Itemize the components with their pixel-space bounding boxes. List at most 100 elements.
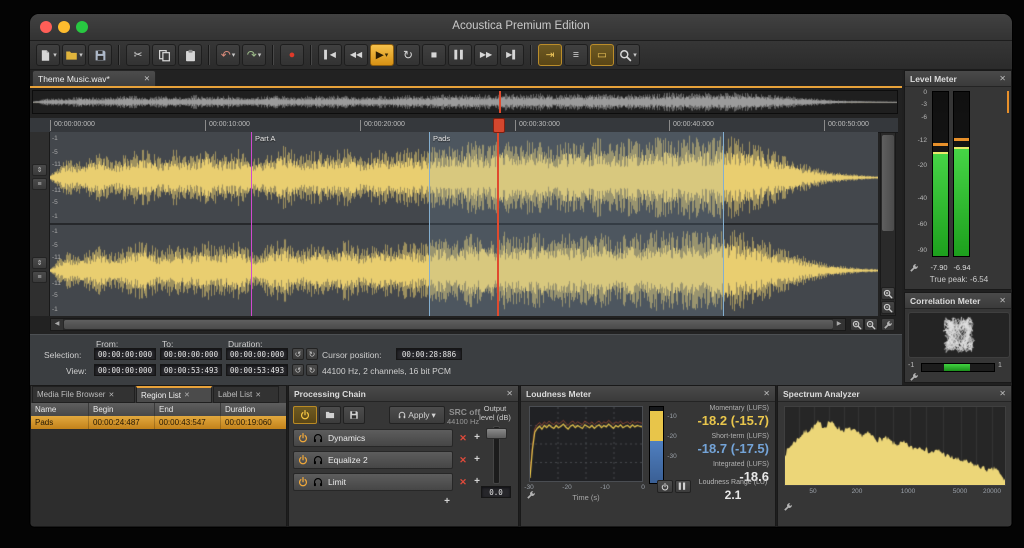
tab-label-list[interactable]: Label List✕: [213, 386, 279, 403]
close-icon[interactable]: ✕: [255, 391, 261, 399]
waveform-display[interactable]: -1 -5 -11 -11 -5 -1 -1 -5 -11 -11 -5 -1 …: [50, 132, 878, 316]
save-button[interactable]: [88, 44, 112, 66]
selection-region[interactable]: [429, 132, 724, 316]
overview-waveform[interactable]: [32, 90, 898, 114]
cut-button[interactable]: ✂: [126, 44, 150, 66]
zoom-out-button[interactable]: [864, 318, 878, 331]
region-table-body[interactable]: [31, 429, 286, 526]
wrench-icon[interactable]: [783, 502, 793, 512]
go-to-end-button[interactable]: ▶▌: [500, 44, 524, 66]
timeline-ruler[interactable]: [30, 118, 898, 133]
snap-tool-button[interactable]: ⇥: [538, 44, 562, 66]
loudness-pause-button[interactable]: ▌▌: [675, 480, 691, 493]
overview-waveform-canvas[interactable]: [33, 91, 897, 113]
tab-region-list[interactable]: Region List✕: [136, 386, 212, 403]
headphones-icon[interactable]: [313, 477, 323, 487]
chain-item-equalize2[interactable]: Equalize 2: [293, 451, 453, 469]
save-chain-button[interactable]: [343, 406, 365, 424]
go-to-start-button[interactable]: ▌◀: [318, 44, 342, 66]
zoom-tool-button[interactable]: ▾: [616, 44, 640, 66]
horizontal-scrollbar[interactable]: ◀ ▶: [50, 318, 846, 331]
remove-plugin-button[interactable]: ✕: [457, 454, 469, 466]
add-plugin-button[interactable]: +: [471, 476, 483, 488]
channel2-options-button[interactable]: ≡: [32, 271, 47, 283]
power-icon[interactable]: [298, 433, 308, 443]
add-plugin-button[interactable]: +: [471, 454, 483, 466]
headphones-icon[interactable]: [313, 455, 323, 465]
zoom-settings-button[interactable]: [881, 318, 895, 331]
envelope-tool-button[interactable]: ≡: [564, 44, 588, 66]
loudness-power-button[interactable]: [657, 480, 673, 493]
wrench-icon[interactable]: [909, 263, 919, 273]
record-button[interactable]: ●: [280, 44, 304, 66]
pause-button[interactable]: ▌▌: [448, 44, 472, 66]
scroll-left-button[interactable]: ◀: [51, 319, 63, 330]
selection-duration-field[interactable]: 00:00:00:000: [226, 348, 288, 360]
view-undo-button[interactable]: ↺: [292, 364, 304, 376]
wrench-icon[interactable]: [526, 490, 536, 500]
channel2-zoom-button[interactable]: ⇕: [32, 257, 47, 269]
chain-item-limit[interactable]: Limit: [293, 473, 453, 491]
add-plugin-button[interactable]: +: [471, 432, 483, 444]
output-fader-handle[interactable]: [486, 428, 507, 439]
apply-button[interactable]: Apply▾: [389, 406, 445, 424]
chain-power-button[interactable]: [293, 406, 317, 424]
append-plugin-button[interactable]: +: [441, 496, 453, 508]
column-header[interactable]: End: [155, 403, 221, 416]
headphones-icon[interactable]: [313, 433, 323, 443]
paste-button[interactable]: [178, 44, 202, 66]
selection-tool-button[interactable]: ▭: [590, 44, 614, 66]
close-icon[interactable]: ✕: [506, 389, 513, 398]
remove-plugin-button[interactable]: ✕: [457, 476, 469, 488]
remove-plugin-button[interactable]: ✕: [457, 432, 469, 444]
column-header[interactable]: Duration: [221, 403, 286, 416]
new-file-button[interactable]: ▾: [36, 44, 60, 66]
view-to-field[interactable]: 00:00:53:493: [160, 364, 222, 376]
channel1-options-button[interactable]: ≡: [32, 178, 47, 190]
close-icon[interactable]: ✕: [999, 389, 1006, 398]
horizontal-scrollbar-thumb[interactable]: [64, 320, 833, 329]
selection-undo-button[interactable]: ↺: [292, 348, 304, 360]
selection-from-field[interactable]: 00:00:00:000: [94, 348, 156, 360]
close-icon[interactable]: ✕: [108, 391, 114, 399]
power-icon[interactable]: [298, 477, 308, 487]
wrench-icon[interactable]: [909, 372, 919, 382]
vertical-scrollbar[interactable]: [880, 132, 896, 316]
document-tab[interactable]: Theme Music.wav* ✕: [32, 70, 156, 86]
region-row-pads[interactable]: Pads 00:00:24:487 00:00:43:547 00:00:19:…: [31, 416, 286, 429]
rewind-button[interactable]: ◀◀: [344, 44, 368, 66]
vertical-zoom-out-button[interactable]: [881, 301, 895, 314]
column-header[interactable]: Name: [31, 403, 89, 416]
close-icon[interactable]: ✕: [763, 389, 770, 398]
load-chain-button[interactable]: [319, 406, 341, 424]
playhead-handle[interactable]: [493, 118, 505, 133]
vertical-zoom-in-button[interactable]: [881, 287, 895, 300]
selection-to-field[interactable]: 00:00:00:000: [160, 348, 222, 360]
view-redo-button[interactable]: ↻: [306, 364, 318, 376]
output-level-value[interactable]: 0.0: [481, 486, 511, 498]
close-icon[interactable]: ✕: [999, 296, 1006, 305]
channel1-zoom-button[interactable]: ⇕: [32, 164, 47, 176]
close-icon[interactable]: ✕: [184, 391, 190, 399]
zoom-in-button[interactable]: [850, 318, 864, 331]
chain-item-dynamics[interactable]: Dynamics: [293, 429, 453, 447]
open-file-button[interactable]: ▾: [62, 44, 86, 66]
selection-redo-button[interactable]: ↻: [306, 348, 318, 360]
vertical-scrollbar-thumb[interactable]: [882, 135, 894, 231]
scroll-right-button[interactable]: ▶: [833, 319, 845, 330]
close-icon[interactable]: ✕: [144, 74, 150, 83]
view-duration-field[interactable]: 00:00:53:493: [226, 364, 288, 376]
column-header[interactable]: Begin: [89, 403, 155, 416]
stop-button[interactable]: ■: [422, 44, 446, 66]
power-icon[interactable]: [298, 455, 308, 465]
undo-button[interactable]: ↶▾: [216, 44, 240, 66]
copy-button[interactable]: [152, 44, 176, 66]
cursor-position-field[interactable]: 00:00:28:886: [396, 348, 462, 360]
close-icon[interactable]: ✕: [999, 74, 1006, 83]
loop-playback-button[interactable]: ↻: [396, 44, 420, 66]
redo-button[interactable]: ↷▾: [242, 44, 266, 66]
fast-forward-button[interactable]: ▶▶: [474, 44, 498, 66]
tab-media-file-browser[interactable]: Media File Browser✕: [32, 386, 135, 403]
play-button[interactable]: ▶▾: [370, 44, 394, 66]
view-from-field[interactable]: 00:00:00:000: [94, 364, 156, 376]
